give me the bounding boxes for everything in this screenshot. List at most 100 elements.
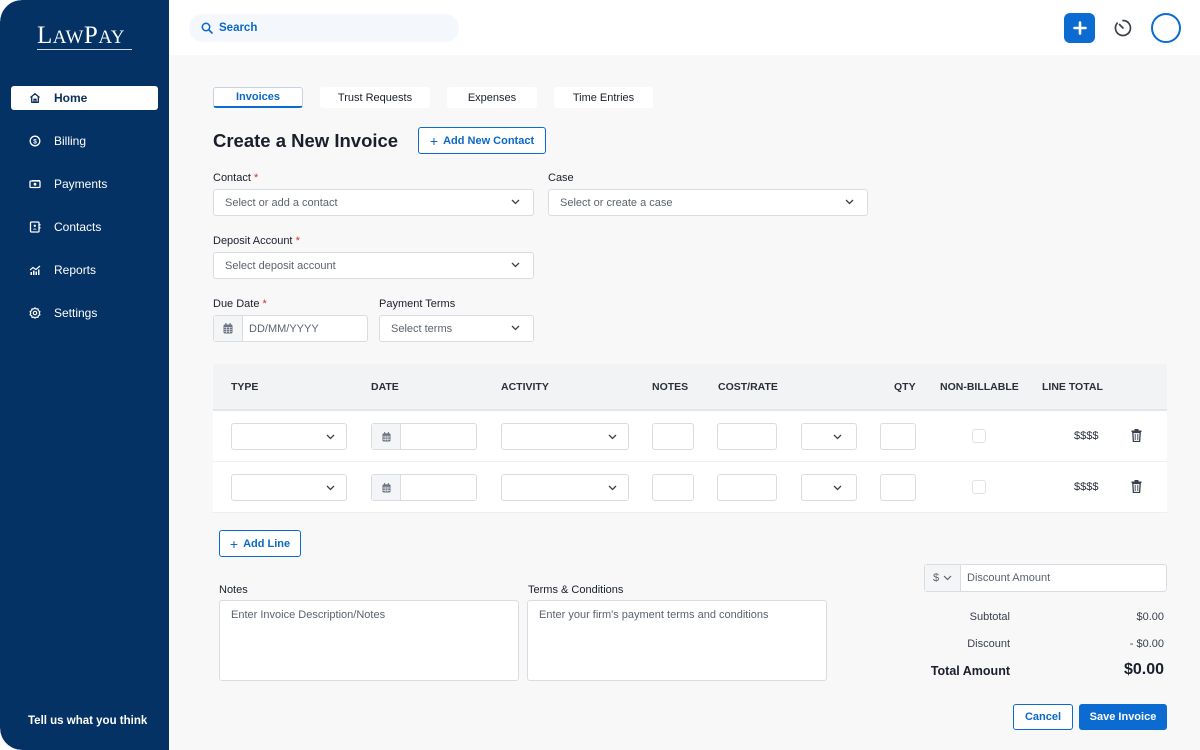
non-billable-checkbox[interactable] <box>972 480 986 494</box>
required-marker: * <box>295 235 300 247</box>
discount-label: Discount <box>967 638 1010 650</box>
tab-invoices[interactable]: Invoices <box>213 87 303 108</box>
deposit-account-label: Deposit Account * <box>213 235 300 247</box>
plus-icon <box>1072 21 1087 35</box>
contact-label: Contact * <box>213 172 258 184</box>
chevron-down-icon <box>511 325 520 331</box>
cost-rate-input[interactable] <box>717 423 777 450</box>
cost-rate-input[interactable] <box>717 474 777 501</box>
column-header-qty: QTY <box>894 381 916 393</box>
activity-select[interactable] <box>501 423 629 450</box>
sidebar-item-home[interactable]: Home <box>11 86 158 110</box>
activity-select[interactable] <box>501 474 629 501</box>
contact-select[interactable]: Select or add a contact <box>213 189 534 216</box>
terms-conditions-textarea[interactable]: Enter your firm's payment terms and cond… <box>527 600 827 681</box>
logo-text: L <box>37 22 53 49</box>
sidebar-item-settings[interactable]: Settings <box>11 301 158 325</box>
chevron-down-icon <box>511 199 520 205</box>
logo-text: P <box>83 22 99 49</box>
calendar-icon[interactable] <box>372 424 401 449</box>
trash-icon[interactable] <box>1131 429 1142 442</box>
button-label: Add Line <box>243 537 291 550</box>
search-icon <box>201 22 213 34</box>
plus-icon: + <box>229 535 239 552</box>
case-label: Case <box>548 172 574 184</box>
create-new-button[interactable] <box>1064 13 1095 43</box>
sidebar-item-contacts[interactable]: Contacts <box>11 215 158 239</box>
subtotal-value: $0.00 <box>1136 611 1164 623</box>
sidebar-item-billing[interactable]: $ Billing <box>11 129 158 153</box>
qty-input[interactable] <box>880 474 916 501</box>
qty-input[interactable] <box>880 423 916 450</box>
line-total: $$$$ <box>1074 481 1099 493</box>
add-new-contact-button[interactable]: + Add New Contact <box>418 127 546 154</box>
rate-unit-select[interactable] <box>801 474 857 501</box>
payment-terms-label: Payment Terms <box>379 298 456 310</box>
non-billable-checkbox[interactable] <box>972 429 986 443</box>
terms-placeholder: Select terms <box>391 322 453 335</box>
notes-input[interactable] <box>652 423 694 450</box>
logo-text: AW <box>52 27 84 48</box>
save-invoice-button[interactable]: Save Invoice <box>1079 704 1167 730</box>
lawpay-logo: LAWPAY <box>37 22 125 50</box>
notes-textarea[interactable]: Enter Invoice Description/Notes <box>219 600 519 681</box>
timer-icon[interactable] <box>1112 17 1134 39</box>
cancel-button[interactable]: Cancel <box>1013 704 1073 730</box>
discount-type-select[interactable]: $ <box>925 565 961 591</box>
trash-icon[interactable] <box>1131 480 1142 493</box>
sidebar-item-payments[interactable]: Payments <box>11 172 158 196</box>
search-input[interactable]: Search <box>189 14 459 42</box>
currency-symbol: $ <box>932 572 940 584</box>
sidebar-nav: Home $ Billing Payments Contacts Reports… <box>11 86 158 344</box>
due-date-label: Due Date * <box>213 298 267 310</box>
terms-conditions-label: Terms & Conditions <box>528 584 624 596</box>
tab-expenses[interactable]: Expenses <box>447 87 537 108</box>
sidebar-item-reports[interactable]: Reports <box>11 258 158 282</box>
column-header-date: DATE <box>371 381 399 393</box>
calendar-icon[interactable] <box>372 475 401 500</box>
contact-book-icon <box>29 221 41 233</box>
chevron-down-icon <box>608 434 617 440</box>
button-label: Cancel <box>1024 711 1062 723</box>
plus-icon: + <box>429 132 439 149</box>
type-select[interactable] <box>231 474 347 501</box>
total-amount-value: $0.00 <box>1123 661 1164 678</box>
label-text: Contact <box>213 172 251 184</box>
date-input[interactable] <box>371 474 477 501</box>
chevron-down-icon <box>833 434 842 440</box>
feedback-link[interactable]: Tell us what you think <box>28 715 147 727</box>
column-header-type: TYPE <box>231 381 259 393</box>
required-marker: * <box>253 172 259 184</box>
sidebar-item-label: Settings <box>54 306 98 320</box>
required-marker: * <box>262 298 267 310</box>
sidebar-item-label: Home <box>54 91 88 105</box>
rate-unit-select[interactable] <box>801 423 857 450</box>
sidebar-item-label: Reports <box>54 263 97 277</box>
table-row: $$$$ <box>213 411 1167 462</box>
type-select[interactable] <box>231 423 347 450</box>
case-select[interactable]: Select or create a case <box>548 189 868 216</box>
chevron-down-icon <box>326 434 335 440</box>
tab-time-entries[interactable]: Time Entries <box>554 87 653 108</box>
tab-trust-requests[interactable]: Trust Requests <box>320 87 430 108</box>
deposit-account-select[interactable]: Select deposit account <box>213 252 534 279</box>
avatar[interactable] <box>1151 13 1181 43</box>
money-icon <box>29 178 41 190</box>
button-label: Save Invoice <box>1089 711 1157 723</box>
chevron-down-icon <box>511 262 520 268</box>
discount-input-group: $ Discount Amount <box>924 564 1167 592</box>
payment-terms-select[interactable]: Select terms <box>379 315 534 342</box>
calendar-icon[interactable] <box>214 316 243 341</box>
total-amount-label: Total Amount <box>930 664 1010 678</box>
gear-icon <box>29 307 41 319</box>
table-header: TYPE DATE ACTIVITY NOTES COST/RATE QTY N… <box>213 364 1167 411</box>
due-date-input[interactable]: DD/MM/YYYY <box>213 315 368 342</box>
add-line-button[interactable]: + Add Line <box>219 530 301 557</box>
logo-underline <box>37 49 132 50</box>
chevron-down-icon <box>326 485 335 491</box>
discount-amount-input[interactable]: Discount Amount <box>961 572 1050 584</box>
line-total: $$$$ <box>1074 430 1099 442</box>
notes-input[interactable] <box>652 474 694 501</box>
date-input[interactable] <box>371 423 477 450</box>
sidebar: LAWPAY Home $ Billing Payments Contacts … <box>0 0 169 750</box>
